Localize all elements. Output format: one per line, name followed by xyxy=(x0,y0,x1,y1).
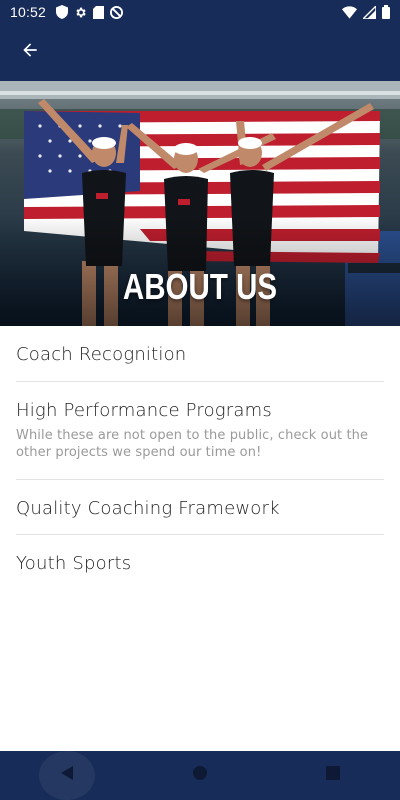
status-time: 10:52 xyxy=(10,4,47,20)
app-bar xyxy=(0,24,400,81)
system-nav-bar xyxy=(0,751,400,800)
back-triangle-icon xyxy=(59,765,75,786)
recents-square-icon xyxy=(326,766,341,785)
status-icons-right xyxy=(342,5,390,19)
list-item-title: High Performance Programs xyxy=(16,400,272,421)
sd-card-icon xyxy=(93,5,105,19)
status-bar: 10:52 xyxy=(0,0,400,24)
hero-banner: ABOUT US xyxy=(0,81,400,326)
wifi-icon xyxy=(342,5,357,19)
battery-icon xyxy=(382,5,390,19)
arrow-back-icon xyxy=(20,40,40,65)
do-not-disturb-icon xyxy=(110,5,124,19)
list-item-coach-recognition[interactable]: Coach Recognition xyxy=(16,326,384,382)
list-item-title: Quality Coaching Framework xyxy=(16,498,280,519)
list-item-quality-coaching-framework[interactable]: Quality Coaching Framework xyxy=(16,480,384,535)
list-item-youth-sports[interactable]: Youth Sports xyxy=(16,535,384,590)
status-icons-left xyxy=(56,5,124,19)
shield-icon xyxy=(56,5,69,19)
hero-title: ABOUT US xyxy=(122,266,278,307)
list-item-description: While these are not open to the public, … xyxy=(16,428,369,460)
list-item-high-performance-programs[interactable]: High Performance Programs While these ar… xyxy=(16,382,384,480)
nav-recents-button[interactable] xyxy=(305,751,361,800)
gear-icon xyxy=(74,6,87,19)
back-button[interactable] xyxy=(16,39,44,67)
cell-signal-icon xyxy=(363,5,376,19)
nav-back-button[interactable] xyxy=(38,751,95,800)
about-us-list: Coach Recognition High Performance Progr… xyxy=(0,326,400,590)
list-item-title: Youth Sports xyxy=(16,553,132,574)
nav-home-button[interactable] xyxy=(172,751,228,800)
list-item-title: Coach Recognition xyxy=(16,344,187,365)
home-circle-icon xyxy=(192,765,208,786)
